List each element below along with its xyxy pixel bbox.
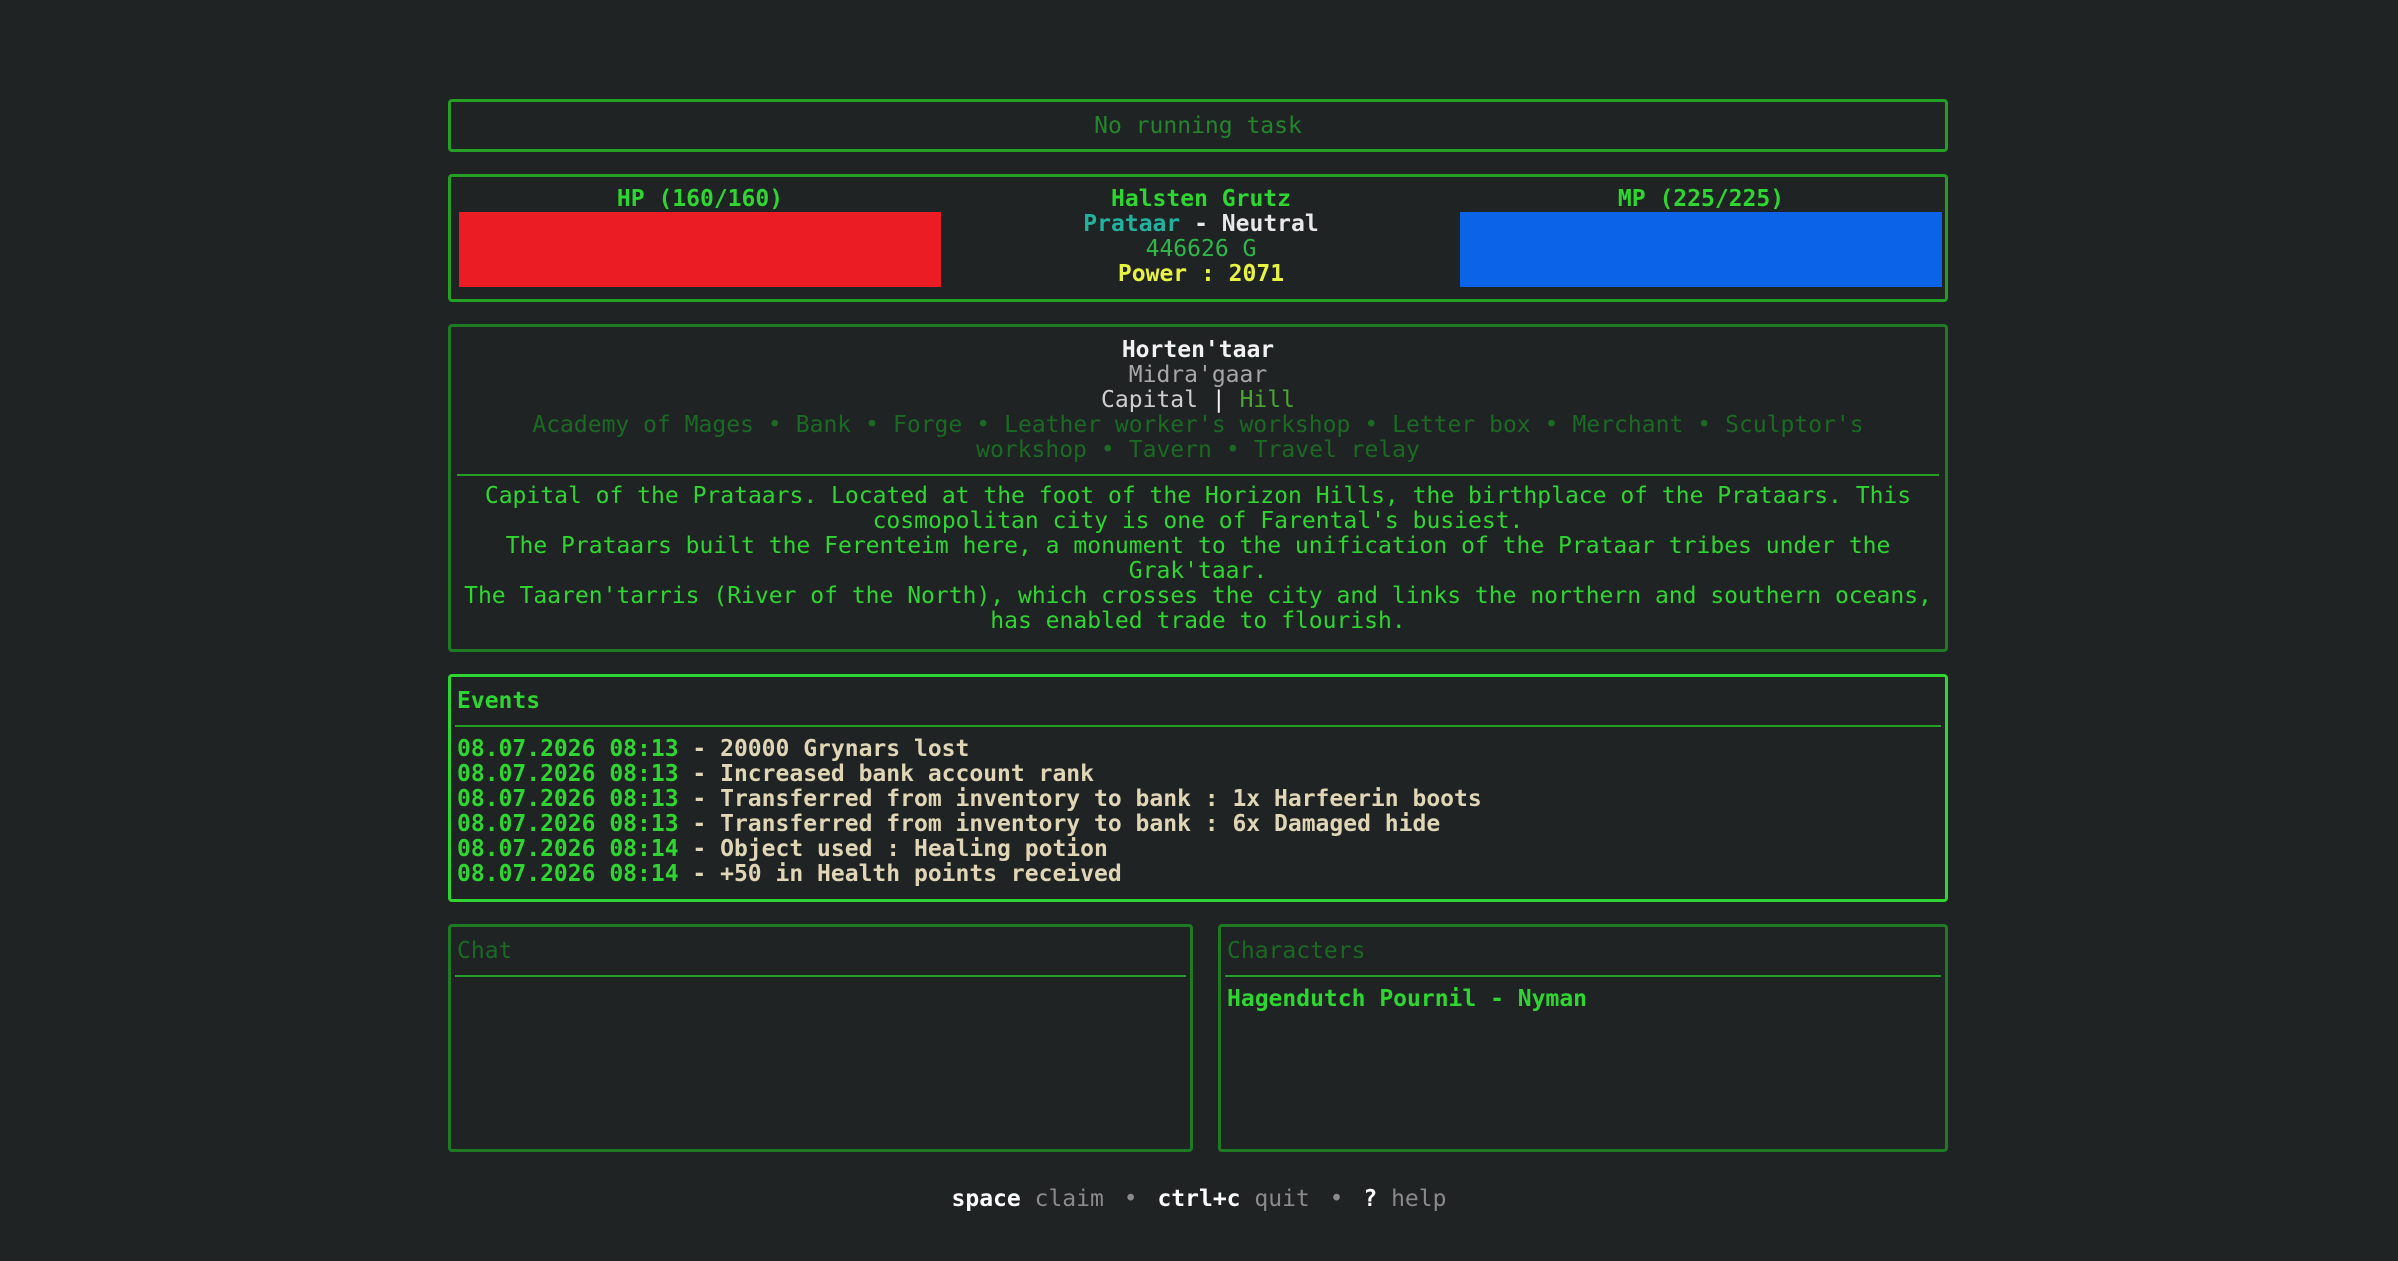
character-alignment: Neutral — [1221, 211, 1319, 237]
event-separator: - — [678, 761, 721, 787]
event-timestamp: 08.07.2026 08:13 — [457, 786, 679, 812]
mp-label: MP (225/225) — [1617, 186, 1785, 212]
location-service: Travel relay — [1253, 437, 1420, 463]
location-divider — [457, 474, 1939, 476]
event-separator: - — [678, 736, 721, 762]
event-separator: - — [678, 786, 721, 812]
service-separator: • — [767, 412, 782, 438]
event-row: 08.07.2026 08:13 - Transferred from inve… — [451, 787, 1945, 812]
event-row: 08.07.2026 08:13 - Increased bank accoun… — [451, 762, 1945, 787]
location-type: Capital — [1101, 387, 1198, 413]
event-row: 08.07.2026 08:13 - Transferred from inve… — [451, 812, 1945, 837]
keybinding-help-bar: space claim • ctrl+c quit • ? help — [0, 1187, 2398, 1212]
event-row: 08.07.2026 08:14 - +50 in Health points … — [451, 862, 1945, 887]
location-service: Tavern — [1128, 437, 1212, 463]
location-service: Bank — [795, 412, 852, 438]
characters-divider — [1225, 975, 1941, 977]
event-timestamp: 08.07.2026 08:13 — [457, 811, 679, 837]
events-panel: Events 08.07.2026 08:13 - 20000 Grynars … — [448, 674, 1948, 902]
mp-gauge: MP (225/225) — [1460, 187, 1942, 287]
event-row: 08.07.2026 08:13 - 20000 Grynars lost — [451, 737, 1945, 762]
chat-divider — [455, 975, 1186, 977]
location-header: Horten'taar Midra'gaar Capital | Hill — [451, 327, 1945, 413]
event-message: Object used : Healing potion — [720, 836, 1108, 862]
chat-title: Chat — [457, 938, 513, 964]
service-separator: • — [976, 412, 991, 438]
event-timestamp: 08.07.2026 08:13 — [457, 761, 679, 787]
events-list: 08.07.2026 08:13 - 20000 Grynars lost 08.… — [451, 737, 1945, 887]
description-paragraph: The Taaren'tarris (River of the North), … — [464, 583, 1932, 634]
help-separator: • — [1123, 1186, 1138, 1212]
service-separator: • — [1364, 412, 1379, 438]
location-terrain: Hill — [1239, 387, 1295, 413]
event-timestamp: 08.07.2026 08:14 — [457, 861, 679, 887]
event-row: 08.07.2026 08:14 - Object used : Healing… — [451, 837, 1945, 862]
event-timestamp: 08.07.2026 08:13 — [457, 736, 679, 762]
race-alignment-separator: - — [1194, 211, 1208, 237]
location-panel: Horten'taar Midra'gaar Capital | Hill Ac… — [448, 324, 1948, 652]
character-list-item[interactable]: Hagendutch Pournil - Nyman — [1221, 987, 1945, 1012]
help-key: ctrl+c — [1157, 1186, 1241, 1212]
characters-list: Hagendutch Pournil - Nyman — [1221, 987, 1945, 1012]
location-service: Forge — [893, 412, 963, 438]
character-race: Prataar — [1083, 211, 1181, 237]
character-info: Halsten Grutz Prataar - Neutral 446626 G… — [951, 187, 1451, 287]
mp-bar-fill — [1460, 212, 1942, 287]
service-separator: • — [1100, 437, 1115, 463]
location-region: Midra'gaar — [1128, 362, 1268, 388]
status-panel: HP (160/160) Halsten Grutz Prataar - Neu… — [448, 174, 1948, 302]
event-message: +50 in Health points received — [720, 861, 1122, 887]
character-race-alignment: Prataar - Neutral — [951, 212, 1451, 237]
help-key-description: quit — [1240, 1186, 1310, 1212]
event-timestamp: 08.07.2026 08:14 — [457, 836, 679, 862]
character-gold: 446626 G — [1145, 236, 1257, 262]
description-paragraph: The Prataars built the Ferenteim here, a… — [505, 533, 1891, 584]
event-separator: - — [678, 811, 721, 837]
service-separator: • — [1225, 437, 1240, 463]
character-power: Power : 2071 — [1117, 261, 1285, 287]
hp-label: HP (160/160) — [616, 186, 784, 212]
help-separator: • — [1329, 1186, 1344, 1212]
chat-panel[interactable]: Chat — [448, 924, 1193, 1152]
location-type-line: Capital | Hill — [451, 388, 1945, 413]
hp-bar — [459, 212, 941, 287]
event-message: 20000 Grynars lost — [720, 736, 970, 762]
events-divider — [455, 725, 1941, 727]
help-key-description: help — [1377, 1186, 1447, 1212]
location-name: Horten'taar — [1121, 337, 1275, 363]
location-description: Capital of the Prataars. Located at the … — [451, 484, 1945, 634]
location-service: Academy of Mages — [532, 412, 754, 438]
task-status: No running task — [1094, 112, 1302, 139]
event-message: Transferred from inventory to bank : 6x … — [720, 811, 1441, 837]
characters-panel: Characters Hagendutch Pournil - Nyman — [1218, 924, 1948, 1152]
location-service: Letter box — [1392, 412, 1531, 438]
event-separator: - — [678, 861, 721, 887]
location-service: Leather worker's workshop — [1004, 412, 1351, 438]
events-title: Events — [457, 688, 541, 714]
task-panel: No running task — [448, 99, 1948, 152]
character-name: Halsten Grutz — [1110, 186, 1291, 212]
characters-title: Characters — [1227, 938, 1366, 964]
hp-bar-fill — [459, 212, 941, 287]
location-services: Academy of Mages • Bank • Forge • Leather work… — [451, 413, 1945, 463]
event-separator: - — [678, 836, 721, 862]
description-paragraph: Capital of the Prataars. Located at the … — [484, 483, 1912, 534]
help-key-description: claim — [1020, 1186, 1104, 1212]
mp-bar — [1460, 212, 1942, 287]
event-message: Transferred from inventory to bank : 1x … — [720, 786, 1482, 812]
service-separator: • — [1697, 412, 1712, 438]
event-message: Increased bank account rank — [720, 761, 1094, 787]
help-key: ? — [1363, 1186, 1378, 1212]
location-type-separator: | — [1211, 387, 1226, 413]
hp-gauge: HP (160/160) — [459, 187, 941, 287]
location-service: Merchant — [1572, 412, 1684, 438]
service-separator: • — [865, 412, 880, 438]
help-key: space — [951, 1186, 1021, 1212]
service-separator: • — [1544, 412, 1559, 438]
